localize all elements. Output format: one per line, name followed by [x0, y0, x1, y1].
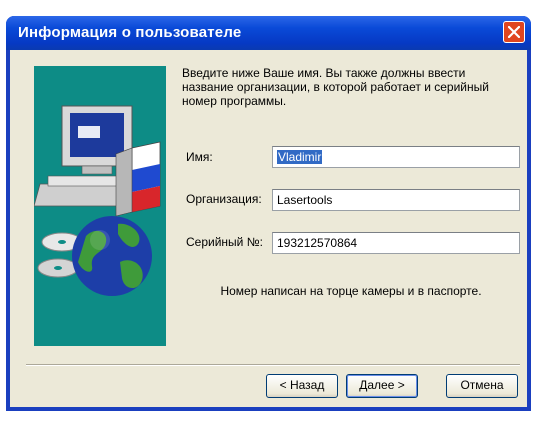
organization-field[interactable]: Lasertools — [272, 189, 520, 211]
name-label: Имя: — [186, 150, 213, 164]
organization-label: Организация: — [186, 192, 262, 206]
serial-note: Номер написан на торце камеры и в паспор… — [220, 284, 482, 298]
computer-globe-illustration — [34, 66, 166, 346]
window-title: Информация о пользователе — [18, 24, 242, 41]
back-button[interactable]: < Назад — [266, 374, 338, 398]
serial-value: 193212570864 — [277, 236, 358, 250]
next-button[interactable]: Далее > — [346, 374, 418, 398]
organization-value: Lasertools — [277, 193, 333, 207]
close-icon — [508, 26, 520, 38]
dialog-window: Информация о пользователе Введите ниже В… — [6, 16, 531, 411]
name-value: Vladimir — [277, 150, 323, 164]
dialog-body: Введите ниже Ваше имя. Вы также должны в… — [10, 50, 527, 407]
footer-separator — [26, 364, 520, 366]
intro-text: Введите ниже Ваше имя. Вы также должны в… — [182, 66, 489, 108]
name-field[interactable]: Vladimir — [272, 146, 520, 168]
serial-label: Серийный №: — [186, 235, 263, 249]
close-button[interactable] — [503, 21, 525, 43]
title-bar[interactable]: Информация о пользователе — [6, 16, 531, 50]
serial-field[interactable]: 193212570864 — [272, 232, 520, 254]
cancel-button[interactable]: Отмена — [446, 374, 518, 398]
